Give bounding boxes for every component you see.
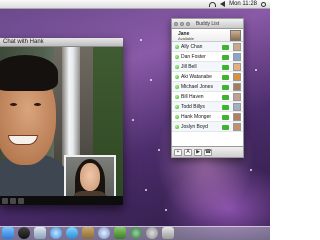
avatar	[233, 43, 241, 51]
safari-icon[interactable]	[50, 227, 62, 239]
avatar	[233, 83, 241, 91]
ichat-icon[interactable]	[66, 227, 78, 239]
volume-icon[interactable]	[220, 1, 226, 7]
zoom-button[interactable]	[186, 22, 190, 26]
audio-chat-button[interactable]: ☎	[204, 148, 212, 156]
available-status-icon	[175, 95, 179, 99]
timemachine-icon[interactable]	[130, 227, 142, 239]
buddy-row[interactable]: Aki Watanabe	[172, 72, 243, 82]
buddy-list-titlebar[interactable]: Buddy List	[172, 19, 243, 29]
my-status-row[interactable]: Jane Available	[172, 29, 243, 42]
avatar	[233, 63, 241, 71]
chat-window[interactable]: Chat with Hank	[0, 38, 123, 205]
available-status-icon	[175, 65, 179, 69]
buddy-name: Michael Jones	[181, 84, 213, 90]
available-status-icon	[175, 85, 179, 89]
menu-bar: Mon 11:28	[0, 0, 270, 9]
buddy-rows: Ally Chan Dan Foster Jill Bell Aki Watan…	[172, 42, 243, 132]
buddy-row[interactable]: Ally Chan	[172, 42, 243, 52]
finder-icon[interactable]	[2, 227, 14, 239]
mute-button[interactable]	[10, 197, 16, 204]
video-camera-icon[interactable]	[222, 75, 229, 80]
addressbook-icon[interactable]	[82, 227, 94, 239]
mail-icon[interactable]	[34, 227, 46, 239]
available-status-icon	[175, 105, 179, 109]
minimize-button[interactable]	[180, 22, 184, 26]
buddy-name: Dan Foster	[181, 54, 206, 60]
video-camera-icon[interactable]	[222, 85, 229, 90]
video-chat-button[interactable]: ▶	[194, 148, 202, 156]
avatar	[233, 53, 241, 61]
my-status-dropdown[interactable]: Available	[178, 36, 194, 41]
video-camera-icon[interactable]	[222, 45, 229, 50]
buddy-row[interactable]: Dan Foster	[172, 52, 243, 62]
chat-window-title[interactable]: Chat with Hank	[0, 38, 123, 47]
avatar	[233, 113, 241, 121]
buddy-row[interactable]: Michael Jones	[172, 82, 243, 92]
wifi-icon[interactable]	[209, 1, 217, 7]
avatar	[233, 73, 241, 81]
buddy-row[interactable]: Hank Monger	[172, 112, 243, 122]
video-camera-icon[interactable]	[222, 125, 229, 130]
itunes-icon[interactable]	[98, 227, 110, 239]
video-feed-self-preview[interactable]	[64, 155, 116, 196]
video-camera-icon[interactable]	[222, 55, 229, 60]
trash-icon[interactable]	[162, 227, 174, 239]
buddy-row[interactable]: Bill Haven	[172, 92, 243, 102]
add-participant-button[interactable]	[2, 197, 8, 204]
buddy-list-toolbar: + A ▶ ☎	[172, 146, 243, 157]
video-camera-icon[interactable]	[222, 65, 229, 70]
avatar	[233, 123, 241, 131]
video-feed-remote	[0, 47, 123, 196]
menubar-clock[interactable]: Mon 11:28	[229, 1, 257, 7]
preferences-icon[interactable]	[146, 227, 158, 239]
buddy-name: Ally Chan	[181, 44, 203, 50]
close-button[interactable]	[174, 22, 178, 26]
my-avatar[interactable]	[230, 30, 241, 41]
add-buddy-button[interactable]: +	[174, 148, 182, 156]
buddy-list-window[interactable]: Buddy List Jane Available Ally Chan Dan …	[171, 18, 244, 158]
buddy-row[interactable]: Joslyn Boyd	[172, 122, 243, 132]
video-camera-icon[interactable]	[222, 115, 229, 120]
fullscreen-button[interactable]	[18, 197, 24, 204]
buddy-name: Bill Haven	[181, 94, 204, 100]
avatar	[233, 93, 241, 101]
buddy-name: Aki Watanabe	[181, 74, 212, 80]
video-camera-icon[interactable]	[222, 95, 229, 100]
chat-controls	[0, 196, 123, 205]
buddy-name: Jill Bell	[181, 64, 197, 70]
dock	[0, 226, 270, 240]
buddy-name: Joslyn Boyd	[181, 124, 208, 130]
buddy-row[interactable]: Todd Billys	[172, 102, 243, 112]
available-status-icon	[175, 45, 179, 49]
iphoto-icon[interactable]	[114, 227, 126, 239]
buddy-name: Hank Monger	[181, 114, 212, 120]
available-status-icon	[175, 125, 179, 129]
video-camera-icon[interactable]	[222, 105, 229, 110]
available-status-icon	[175, 115, 179, 119]
dashboard-icon[interactable]	[18, 227, 30, 239]
buddy-list-title: Buddy List	[195, 21, 220, 27]
buddy-name: Todd Billys	[181, 104, 205, 110]
buddy-row[interactable]: Jill Bell	[172, 62, 243, 72]
text-chat-button[interactable]: A	[184, 148, 192, 156]
avatar	[233, 103, 241, 111]
available-status-icon	[175, 55, 179, 59]
available-status-icon	[175, 75, 179, 79]
spotlight-icon[interactable]	[261, 1, 266, 7]
